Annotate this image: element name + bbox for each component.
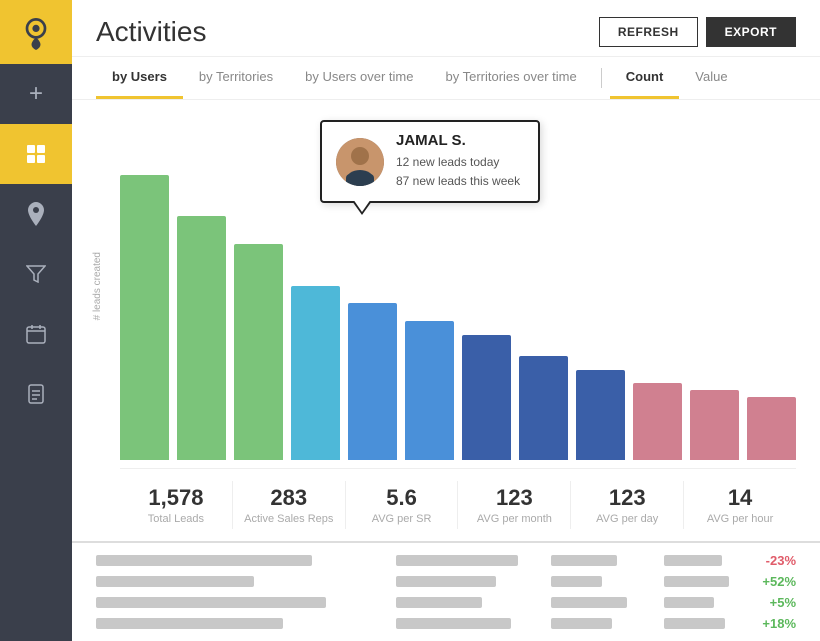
sidebar-item-document[interactable]	[0, 364, 72, 424]
stat-avg-sr: 5.6 AVG per SR	[346, 481, 459, 529]
bottom-table: -23% +52%	[72, 541, 820, 641]
tab-value[interactable]: Value	[679, 57, 743, 99]
stat-value-active-reps: 283	[241, 485, 337, 511]
stat-label-avg-month: AVG per month	[466, 513, 562, 525]
bar-3[interactable]	[234, 244, 283, 460]
main-content: Activities REFRESH EXPORT by Users by Te…	[72, 0, 820, 641]
tab-by-territories[interactable]: by Territories	[183, 57, 289, 99]
bar-8[interactable]	[519, 356, 568, 460]
sidebar-item-location[interactable]	[0, 184, 72, 244]
tab-by-users-over-time[interactable]: by Users over time	[289, 57, 429, 99]
stat-value-total-leads: 1,578	[128, 485, 224, 511]
app-logo	[0, 0, 72, 64]
stat-label-avg-day: AVG per day	[579, 513, 675, 525]
table-row: -23%	[96, 553, 796, 568]
bar-12[interactable]	[747, 397, 796, 460]
stat-label-avg-hour: AVG per hour	[692, 513, 788, 525]
stat-label-avg-sr: AVG per SR	[354, 513, 450, 525]
tabs-bar: by Users by Territories by Users over ti…	[72, 57, 820, 100]
stats-row: 1,578 Total Leads 283 Active Sales Reps …	[120, 468, 796, 541]
stat-value-avg-day: 123	[579, 485, 675, 511]
y-axis-label: # leads created	[92, 252, 103, 320]
pct-2: +52%	[748, 574, 796, 589]
export-button[interactable]: EXPORT	[706, 17, 796, 47]
bar-5[interactable]	[348, 303, 397, 460]
sidebar-item-add[interactable]: +	[0, 64, 72, 124]
stat-value-avg-month: 123	[466, 485, 562, 511]
stat-value-avg-hour: 14	[692, 485, 788, 511]
stat-active-reps: 283 Active Sales Reps	[233, 481, 346, 529]
sidebar-item-calendar[interactable]	[0, 304, 72, 364]
pct-3: +5%	[748, 595, 796, 610]
tooltip-content: JAMAL S. 12 new leads today 87 new leads…	[396, 132, 520, 191]
user-tooltip: JAMAL S. 12 new leads today 87 new leads…	[320, 120, 540, 203]
stat-value-avg-sr: 5.6	[354, 485, 450, 511]
stat-label-total-leads: Total Leads	[128, 513, 224, 525]
tab-by-users[interactable]: by Users	[96, 57, 183, 99]
bar-chart: # leads created	[120, 112, 796, 468]
stat-total-leads: 1,578 Total Leads	[120, 481, 233, 529]
bar-2[interactable]	[177, 216, 226, 460]
pct-1: -23%	[748, 553, 796, 568]
refresh-button[interactable]: REFRESH	[599, 17, 698, 47]
tooltip-avatar	[336, 138, 384, 186]
stat-avg-day: 123 AVG per day	[571, 481, 684, 529]
bar-1[interactable]	[120, 175, 169, 460]
pct-4: +18%	[748, 616, 796, 631]
table-row: +52%	[96, 574, 796, 589]
sidebar: +	[0, 0, 72, 641]
bar-6[interactable]	[405, 321, 454, 460]
table-row: +5%	[96, 595, 796, 610]
bar-10[interactable]	[633, 383, 682, 460]
tab-separator	[601, 68, 602, 88]
tooltip-line2: 87 new leads this week	[396, 172, 520, 191]
tab-count[interactable]: Count	[610, 57, 680, 99]
page-title: Activities	[96, 16, 206, 48]
bar-7[interactable]	[462, 335, 511, 460]
bar-4[interactable]	[291, 286, 340, 460]
header-actions: REFRESH EXPORT	[599, 17, 796, 47]
bar-11[interactable]	[690, 390, 739, 460]
header: Activities REFRESH EXPORT	[72, 0, 820, 57]
sidebar-item-filter[interactable]	[0, 244, 72, 304]
tooltip-line1: 12 new leads today	[396, 153, 520, 172]
stat-label-active-reps: Active Sales Reps	[241, 513, 337, 525]
stat-avg-hour: 14 AVG per hour	[684, 481, 796, 529]
tooltip-name: JAMAL S.	[396, 132, 520, 149]
bar-9[interactable]	[576, 370, 625, 460]
sidebar-item-grid[interactable]	[0, 124, 72, 184]
table-row: +18%	[96, 616, 796, 631]
tab-by-territories-over-time[interactable]: by Territories over time	[429, 57, 592, 99]
stat-avg-month: 123 AVG per month	[458, 481, 571, 529]
chart-area: # leads created	[72, 100, 820, 541]
